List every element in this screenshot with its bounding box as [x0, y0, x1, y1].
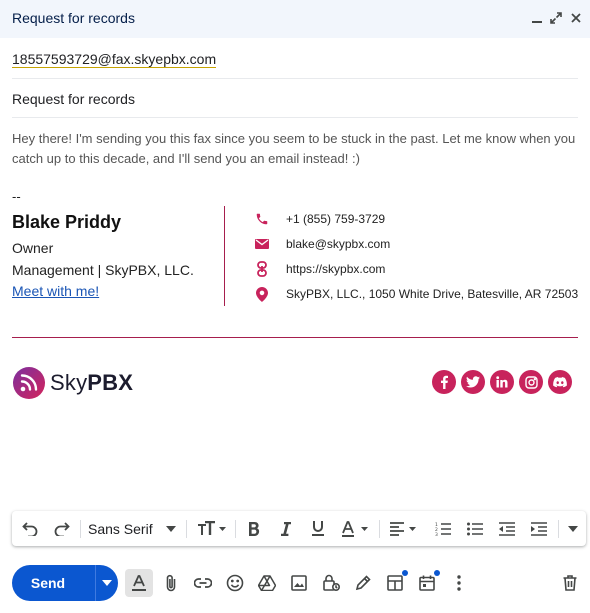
skypbx-logo-text: SkyPBX: [50, 370, 134, 395]
numbered-list-icon[interactable]: 123: [431, 511, 455, 546]
signature-divider: [224, 206, 225, 306]
message-body[interactable]: Hey there! I'm sending you this fax sinc…: [12, 129, 584, 169]
font-family-select[interactable]: Sans Serif: [88, 511, 182, 546]
meet-with-me-link[interactable]: Meet with me!: [12, 283, 99, 299]
signature-rule: [12, 337, 578, 338]
mail-icon: [254, 236, 270, 252]
underline-icon[interactable]: [306, 511, 330, 546]
skypbx-logo-icon: [13, 367, 45, 399]
contact-email-text: blake@skypbx.com: [286, 237, 391, 251]
bold-icon[interactable]: [242, 511, 266, 546]
discord-icon[interactable]: [548, 370, 572, 394]
toolbar-separator: [80, 520, 81, 538]
undo-icon[interactable]: [18, 511, 42, 546]
signature-role: Owner: [12, 240, 54, 256]
minimize-icon[interactable]: [528, 9, 546, 27]
signature-name: Blake Priddy: [12, 212, 122, 232]
twitter-icon[interactable]: [461, 370, 485, 394]
attach-file-icon[interactable]: [157, 569, 185, 597]
insert-link-icon[interactable]: [189, 569, 217, 597]
redo-icon[interactable]: [50, 511, 74, 546]
contact-website: https://skypbx.com: [254, 259, 584, 279]
social-links: [432, 370, 572, 394]
chevron-down-icon: [165, 525, 176, 532]
toolbar-separator: [558, 520, 559, 538]
drive-icon[interactable]: [253, 569, 281, 597]
insert-photo-icon[interactable]: [285, 569, 313, 597]
layouts-icon[interactable]: [381, 569, 409, 597]
signature-identity: Blake Priddy Owner Management | SkyPBX, …: [12, 212, 222, 301]
compose-title-bar[interactable]: Request for records: [0, 0, 590, 38]
contact-email: blake@skypbx.com: [254, 234, 584, 254]
more-formatting-icon[interactable]: [563, 511, 583, 546]
send-button[interactable]: Send: [12, 565, 84, 601]
signature-company: Management | SkyPBX, LLC.: [12, 262, 194, 278]
send-options-button[interactable]: [96, 565, 118, 601]
instagram-icon[interactable]: [519, 370, 543, 394]
confidential-mode-icon[interactable]: [317, 569, 345, 597]
contact-website-text: https://skypbx.com: [286, 262, 386, 276]
schedule-icon[interactable]: [413, 569, 441, 597]
skypbx-logo: SkyPBX: [12, 366, 133, 400]
recipient-chip[interactable]: 18557593729@fax.skyepbx.com: [12, 51, 217, 68]
chevron-down-icon: [102, 580, 112, 586]
italic-icon[interactable]: [274, 511, 298, 546]
schedule-new-dot: [434, 570, 440, 576]
expand-icon[interactable]: [547, 9, 565, 27]
indent-more-icon[interactable]: [527, 511, 551, 546]
emoji-icon[interactable]: [221, 569, 249, 597]
font-family-value: Sans Serif: [88, 520, 153, 537]
toolbar-separator: [186, 520, 187, 538]
more-options-icon[interactable]: [445, 569, 473, 597]
facebook-icon[interactable]: [432, 370, 456, 394]
compose-title: Request for records: [12, 10, 135, 26]
subject-field[interactable]: Request for records: [12, 79, 578, 118]
to-field[interactable]: 18557593729@fax.skyepbx.com: [12, 40, 578, 79]
formatting-toolbar: Sans Serif 123: [12, 511, 586, 546]
text-color-button[interactable]: [338, 511, 374, 546]
indent-less-icon[interactable]: [495, 511, 519, 546]
linkedin-icon[interactable]: [490, 370, 514, 394]
signature-separator: --: [12, 189, 21, 204]
contact-phone: +1 (855) 759-3729: [254, 209, 584, 229]
close-icon[interactable]: [567, 9, 585, 27]
signature-pen-icon[interactable]: [349, 569, 377, 597]
text-size-button[interactable]: [194, 511, 230, 546]
toolbar-separator: [235, 520, 236, 538]
link-icon: [254, 261, 270, 277]
toolbar-separator: [379, 520, 380, 538]
svg-text:3: 3: [435, 532, 438, 536]
discard-draft-icon[interactable]: [556, 569, 584, 597]
contact-address-text: SkyPBX, LLC., 1050 White Drive, Batesvil…: [286, 287, 579, 301]
contact-phone-text: +1 (855) 759-3729: [286, 212, 386, 226]
subject-input[interactable]: Request for records: [12, 91, 135, 107]
send-button-group: Send: [12, 565, 118, 601]
location-pin-icon: [254, 286, 270, 302]
formatting-options-icon[interactable]: [125, 569, 153, 597]
bulleted-list-icon[interactable]: [463, 511, 487, 546]
layouts-new-dot: [402, 570, 408, 576]
contact-address: SkyPBX, LLC., 1050 White Drive, Batesvil…: [254, 284, 584, 304]
phone-icon: [254, 211, 270, 227]
align-button[interactable]: [386, 511, 422, 546]
